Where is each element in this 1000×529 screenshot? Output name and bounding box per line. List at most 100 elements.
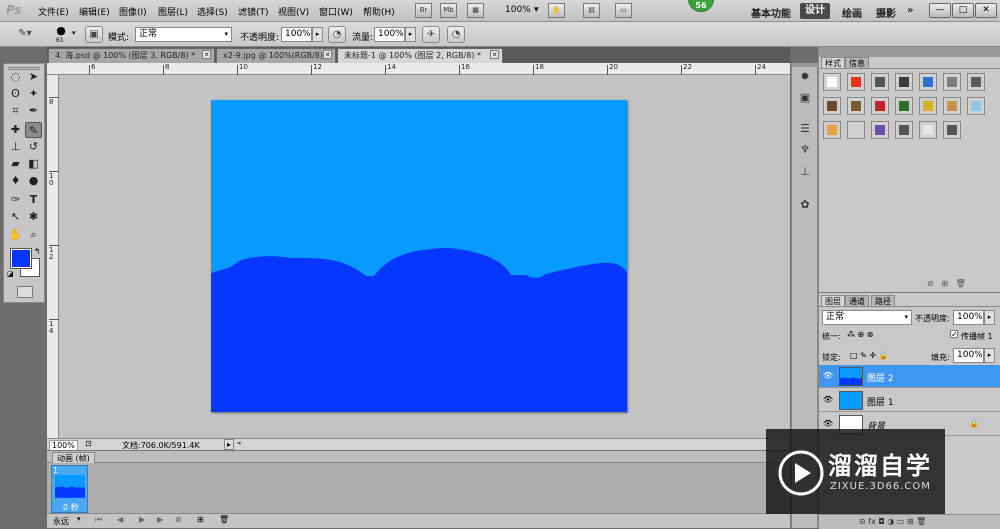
opacity-input[interactable]: 100% (281, 27, 312, 42)
tab-paths[interactable]: 路径 (871, 295, 895, 306)
tab-layers[interactable]: 图层 (821, 295, 845, 306)
screen-mode-icon[interactable]: ▭ (615, 3, 632, 18)
view-extras-icon[interactable]: ▦ (467, 3, 484, 18)
visibility-eye-icon[interactable]: 👁 (822, 419, 834, 429)
visibility-eye-icon[interactable]: 👁 (822, 395, 834, 405)
menu-edit[interactable]: 编辑(E) (79, 5, 110, 18)
shape-tool-icon[interactable]: ✱ (25, 209, 42, 225)
healing-brush-tool-icon[interactable]: ✚ (7, 122, 24, 138)
pen-tool-icon[interactable]: ✑ (7, 192, 24, 208)
default-colors-icon[interactable]: ◪ (7, 270, 14, 278)
mode-select[interactable]: 正常 ▾ (135, 27, 232, 42)
menu-filter[interactable]: 滤镜(T) (238, 5, 269, 18)
style-swatch[interactable] (823, 121, 841, 139)
hand-tool-icon[interactable]: ✋ (7, 227, 24, 243)
tab-styles[interactable]: 样式 (821, 57, 845, 68)
tab-info[interactable]: 信息 (845, 57, 869, 68)
eraser-tool-icon[interactable]: ▰ (7, 156, 24, 172)
status-icon[interactable]: ⊡ (85, 439, 92, 448)
close-icon[interactable]: ✕ (202, 50, 211, 59)
panel-header-bar[interactable] (819, 47, 1000, 57)
history-brush-tool-icon[interactable]: ↺ (25, 139, 42, 155)
prev-frame-icon[interactable]: ◀ (117, 515, 123, 524)
layer-name[interactable]: 图层 1 (867, 395, 894, 408)
workspace-painting[interactable]: 绘画 (842, 5, 862, 20)
frame-delay[interactable]: 0 秒 (63, 502, 79, 513)
blur-tool-icon[interactable]: ♦ (7, 173, 24, 189)
quick-mask-icon[interactable] (17, 286, 33, 298)
lock-icons[interactable]: □ ✎ ✛ 🔒 (850, 351, 889, 360)
unify-icons[interactable]: ⁂ ⊕ ⊗ (847, 330, 874, 339)
scroll-left-icon[interactable]: ◂ (237, 439, 241, 447)
arrange-documents-icon[interactable]: ▤ (583, 3, 600, 18)
style-swatch[interactable] (895, 73, 913, 91)
adjustments-icon[interactable]: ✹ (797, 69, 813, 85)
menu-file[interactable]: 文件(E) (38, 5, 69, 18)
zoom-level[interactable]: 100% (505, 5, 531, 15)
propagate-checkbox[interactable]: ✓ (950, 330, 958, 339)
document-canvas[interactable] (211, 100, 627, 412)
workspace-more[interactable]: » (907, 5, 913, 16)
quick-selection-tool-icon[interactable]: ✦ (25, 86, 42, 102)
blend-mode-select[interactable]: 正常 ▾ (822, 310, 912, 325)
foreground-color-swatch[interactable] (10, 248, 32, 269)
tablet-pressure-size-icon[interactable]: ◔ (447, 26, 465, 43)
tab-channels[interactable]: 通道 (845, 295, 869, 306)
minibridge-icon[interactable]: Mb (440, 3, 457, 18)
style-swatch[interactable] (871, 97, 889, 115)
restore-button[interactable]: □ (952, 3, 974, 18)
eyedropper-tool-icon[interactable]: ✒ (25, 103, 42, 119)
path-selection-tool-icon[interactable]: ↖ (7, 209, 24, 225)
layer-name[interactable]: 图层 2 (867, 371, 894, 384)
lasso-tool-icon[interactable]: ʘ (7, 86, 24, 102)
zoom-dropdown-icon[interactable]: ▾ (534, 5, 539, 15)
brush-tip-icon[interactable]: ● (54, 25, 68, 37)
animation-frame[interactable]: 1 0 秒 (51, 465, 88, 513)
workspace-essentials[interactable]: 基本功能 (751, 5, 791, 20)
fill-toggle[interactable]: ▸ (984, 348, 995, 363)
layer-row-layer2[interactable]: 👁 图层 2 (819, 365, 1000, 388)
style-swatch[interactable] (847, 121, 865, 139)
dodge-tool-icon[interactable]: ● (25, 173, 42, 189)
style-swatch[interactable] (919, 73, 937, 91)
navigator-icon[interactable]: ▣ (797, 90, 813, 106)
layer-opacity-toggle[interactable]: ▸ (984, 310, 995, 325)
status-menu-arrow[interactable]: ▸ (224, 439, 235, 450)
style-swatch[interactable] (967, 73, 985, 91)
visibility-eye-icon[interactable]: 👁 (822, 371, 834, 381)
brush-presets-icon[interactable]: ☰ (797, 121, 813, 137)
type-tool-icon[interactable]: T (25, 192, 42, 208)
actions-icon[interactable]: ⊥ (797, 164, 813, 180)
brush-panel-icon[interactable]: ▣ (85, 26, 103, 43)
style-swatch[interactable] (871, 73, 889, 91)
flow-slider-toggle[interactable]: ▸ (405, 27, 416, 42)
layers-footer-icons[interactable]: ⊝ fx ◘ ◑ ▭ ⊞ 🗑 (819, 514, 1000, 529)
airbrush-icon[interactable]: ✈ (422, 26, 440, 43)
close-icon[interactable]: ✕ (490, 50, 499, 59)
menu-layer[interactable]: 图层(L) (158, 5, 188, 18)
tablet-pressure-opacity-icon[interactable]: ◔ (328, 26, 346, 43)
play-icon[interactable]: ▶ (139, 515, 145, 524)
move-tool-icon[interactable]: ➤ (25, 69, 42, 85)
opacity-slider-toggle[interactable]: ▸ (312, 27, 323, 42)
new-frame-icon[interactable]: ⊞ (197, 515, 204, 524)
hand-icon[interactable]: ✋ (548, 3, 565, 18)
brush-dropdown-icon[interactable]: ▾ (72, 29, 76, 37)
layer-opacity-input[interactable]: 100% (953, 310, 984, 325)
gradient-tool-icon[interactable]: ◧ (25, 156, 42, 172)
minimize-button[interactable]: — (929, 3, 951, 18)
style-swatch[interactable] (943, 97, 961, 115)
close-icon[interactable]: ✕ (323, 50, 332, 59)
style-swatch[interactable] (943, 73, 961, 91)
brush-tool-preset-icon[interactable]: ✎▾ (8, 26, 42, 43)
menu-select[interactable]: 选择(S) (197, 5, 228, 18)
fill-input[interactable]: 100% (953, 348, 984, 363)
styles-footer-icons[interactable]: ⊘ ⊞ 🗑 (927, 279, 966, 288)
color-icon[interactable]: ✿ (797, 197, 813, 213)
zoom-tool-icon[interactable]: ⌕ (25, 227, 42, 243)
style-swatch[interactable] (871, 121, 889, 139)
layer-row-layer1[interactable]: 👁 图层 1 (819, 389, 1000, 412)
next-frame-icon[interactable]: ▶ (157, 515, 163, 524)
bridge-icon[interactable]: Br (415, 3, 432, 18)
tab-document-2[interactable]: x2-9.jpg @ 100%(RGB/8) * ✕ (216, 48, 336, 63)
